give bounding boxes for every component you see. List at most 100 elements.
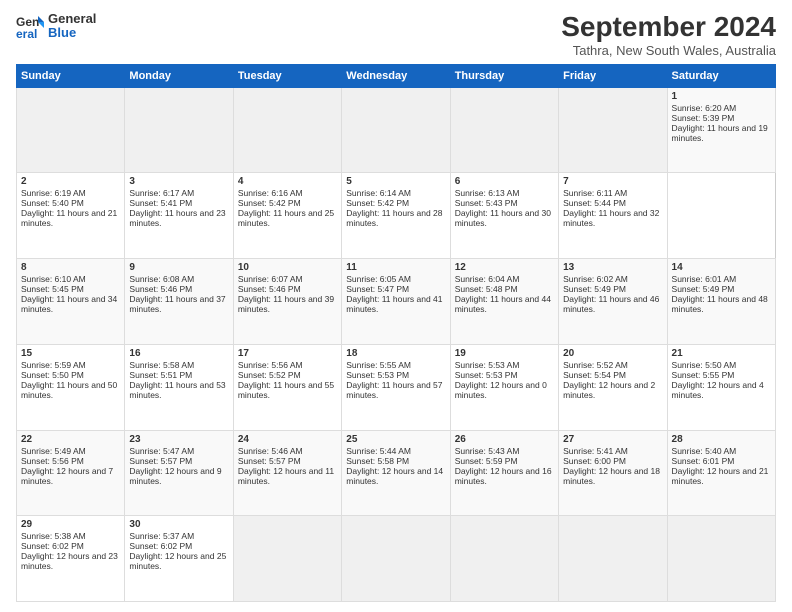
sunrise-label: Sunrise: 6:02 AM <box>563 274 628 284</box>
sunrise-label: Sunrise: 6:05 AM <box>346 274 411 284</box>
daylight-label: Daylight: 12 hours and 0 minutes. <box>455 380 547 400</box>
sunrise-label: Sunrise: 5:53 AM <box>455 360 520 370</box>
sunset-label: Sunset: 5:39 PM <box>672 113 735 123</box>
sunset-label: Sunset: 6:02 PM <box>129 541 192 551</box>
day-number: 25 <box>346 434 445 445</box>
daylight-label: Daylight: 11 hours and 34 minutes. <box>21 294 117 314</box>
sunset-label: Sunset: 5:52 PM <box>238 370 301 380</box>
calendar-cell: 11Sunrise: 6:05 AMSunset: 5:47 PMDayligh… <box>342 259 450 345</box>
calendar-cell: 4Sunrise: 6:16 AMSunset: 5:42 PMDaylight… <box>233 173 341 259</box>
week-row-2: 8Sunrise: 6:10 AMSunset: 5:45 PMDaylight… <box>17 259 776 345</box>
sunrise-label: Sunrise: 5:44 AM <box>346 446 411 456</box>
daylight-label: Daylight: 12 hours and 21 minutes. <box>672 466 769 486</box>
sunset-label: Sunset: 5:42 PM <box>346 198 409 208</box>
sunset-label: Sunset: 6:02 PM <box>21 541 84 551</box>
day-number: 29 <box>21 519 120 530</box>
day-number: 24 <box>238 434 337 445</box>
sunset-label: Sunset: 6:00 PM <box>563 456 626 466</box>
sunset-label: Sunset: 5:58 PM <box>346 456 409 466</box>
header: Gen eral General Blue September 2024 Tat… <box>16 12 776 58</box>
sunrise-label: Sunrise: 6:20 AM <box>672 103 737 113</box>
sunset-label: Sunset: 5:49 PM <box>563 284 626 294</box>
sunset-label: Sunset: 5:53 PM <box>346 370 409 380</box>
calendar-cell <box>342 516 450 602</box>
daylight-label: Daylight: 11 hours and 57 minutes. <box>346 380 442 400</box>
calendar-cell: 16Sunrise: 5:58 AMSunset: 5:51 PMDayligh… <box>125 344 233 430</box>
sunset-label: Sunset: 5:42 PM <box>238 198 301 208</box>
day-number: 9 <box>129 262 228 273</box>
daylight-label: Daylight: 11 hours and 21 minutes. <box>21 208 117 228</box>
daylight-label: Daylight: 11 hours and 44 minutes. <box>455 294 551 314</box>
sunset-label: Sunset: 5:54 PM <box>563 370 626 380</box>
calendar-cell: 23Sunrise: 5:47 AMSunset: 5:57 PMDayligh… <box>125 430 233 516</box>
sunrise-label: Sunrise: 6:10 AM <box>21 274 86 284</box>
sunset-label: Sunset: 5:57 PM <box>238 456 301 466</box>
day-number: 17 <box>238 348 337 359</box>
calendar-cell: 28Sunrise: 5:40 AMSunset: 6:01 PMDayligh… <box>667 430 775 516</box>
sunset-label: Sunset: 5:48 PM <box>455 284 518 294</box>
calendar-cell: 27Sunrise: 5:41 AMSunset: 6:00 PMDayligh… <box>559 430 667 516</box>
sunset-label: Sunset: 5:57 PM <box>129 456 192 466</box>
calendar-cell: 24Sunrise: 5:46 AMSunset: 5:57 PMDayligh… <box>233 430 341 516</box>
day-number: 7 <box>563 176 662 187</box>
day-number: 11 <box>346 262 445 273</box>
sunrise-label: Sunrise: 5:55 AM <box>346 360 411 370</box>
sunrise-label: Sunrise: 5:37 AM <box>129 531 194 541</box>
day-number: 22 <box>21 434 120 445</box>
day-number: 19 <box>455 348 554 359</box>
daylight-label: Daylight: 12 hours and 18 minutes. <box>563 466 660 486</box>
sunrise-label: Sunrise: 6:11 AM <box>563 188 627 198</box>
col-header-wednesday: Wednesday <box>342 64 450 87</box>
calendar-cell: 22Sunrise: 5:49 AMSunset: 5:56 PMDayligh… <box>17 430 125 516</box>
week-row-1: 2Sunrise: 6:19 AMSunset: 5:40 PMDaylight… <box>17 173 776 259</box>
week-row-5: 29Sunrise: 5:38 AMSunset: 6:02 PMDayligh… <box>17 516 776 602</box>
calendar-cell: 19Sunrise: 5:53 AMSunset: 5:53 PMDayligh… <box>450 344 558 430</box>
day-number: 15 <box>21 348 120 359</box>
calendar-cell: 8Sunrise: 6:10 AMSunset: 5:45 PMDaylight… <box>17 259 125 345</box>
sunrise-label: Sunrise: 5:41 AM <box>563 446 628 456</box>
day-number: 10 <box>238 262 337 273</box>
daylight-label: Daylight: 11 hours and 41 minutes. <box>346 294 442 314</box>
sunset-label: Sunset: 5:56 PM <box>21 456 84 466</box>
calendar-cell <box>559 87 667 173</box>
sunset-label: Sunset: 5:59 PM <box>455 456 518 466</box>
daylight-label: Daylight: 12 hours and 9 minutes. <box>129 466 221 486</box>
daylight-label: Daylight: 11 hours and 25 minutes. <box>238 208 334 228</box>
calendar-cell: 14Sunrise: 6:01 AMSunset: 5:49 PMDayligh… <box>667 259 775 345</box>
calendar-cell: 30Sunrise: 5:37 AMSunset: 6:02 PMDayligh… <box>125 516 233 602</box>
sunrise-label: Sunrise: 5:59 AM <box>21 360 86 370</box>
calendar-cell: 17Sunrise: 5:56 AMSunset: 5:52 PMDayligh… <box>233 344 341 430</box>
subtitle: Tathra, New South Wales, Australia <box>561 43 776 58</box>
calendar: SundayMondayTuesdayWednesdayThursdayFrid… <box>16 64 776 602</box>
sunrise-label: Sunrise: 5:50 AM <box>672 360 737 370</box>
day-number: 27 <box>563 434 662 445</box>
sunset-label: Sunset: 5:51 PM <box>129 370 192 380</box>
daylight-label: Daylight: 11 hours and 23 minutes. <box>129 208 225 228</box>
sunrise-label: Sunrise: 6:19 AM <box>21 188 86 198</box>
sunrise-label: Sunrise: 5:52 AM <box>563 360 628 370</box>
col-header-tuesday: Tuesday <box>233 64 341 87</box>
sunset-label: Sunset: 5:46 PM <box>129 284 192 294</box>
calendar-cell: 5Sunrise: 6:14 AMSunset: 5:42 PMDaylight… <box>342 173 450 259</box>
sunrise-label: Sunrise: 6:08 AM <box>129 274 194 284</box>
day-number: 30 <box>129 519 228 530</box>
day-number: 26 <box>455 434 554 445</box>
sunrise-label: Sunrise: 5:58 AM <box>129 360 194 370</box>
daylight-label: Daylight: 11 hours and 50 minutes. <box>21 380 117 400</box>
sunset-label: Sunset: 5:46 PM <box>238 284 301 294</box>
sunrise-label: Sunrise: 6:07 AM <box>238 274 303 284</box>
calendar-cell: 15Sunrise: 5:59 AMSunset: 5:50 PMDayligh… <box>17 344 125 430</box>
sunset-label: Sunset: 5:44 PM <box>563 198 626 208</box>
calendar-cell: 25Sunrise: 5:44 AMSunset: 5:58 PMDayligh… <box>342 430 450 516</box>
day-number: 3 <box>129 176 228 187</box>
week-row-0: 1Sunrise: 6:20 AMSunset: 5:39 PMDaylight… <box>17 87 776 173</box>
week-row-4: 22Sunrise: 5:49 AMSunset: 5:56 PMDayligh… <box>17 430 776 516</box>
sunrise-label: Sunrise: 5:40 AM <box>672 446 737 456</box>
daylight-label: Daylight: 12 hours and 4 minutes. <box>672 380 764 400</box>
calendar-cell <box>342 87 450 173</box>
daylight-label: Daylight: 11 hours and 30 minutes. <box>455 208 551 228</box>
col-header-friday: Friday <box>559 64 667 87</box>
calendar-cell: 6Sunrise: 6:13 AMSunset: 5:43 PMDaylight… <box>450 173 558 259</box>
sunrise-label: Sunrise: 6:01 AM <box>672 274 737 284</box>
daylight-label: Daylight: 12 hours and 25 minutes. <box>129 551 226 571</box>
